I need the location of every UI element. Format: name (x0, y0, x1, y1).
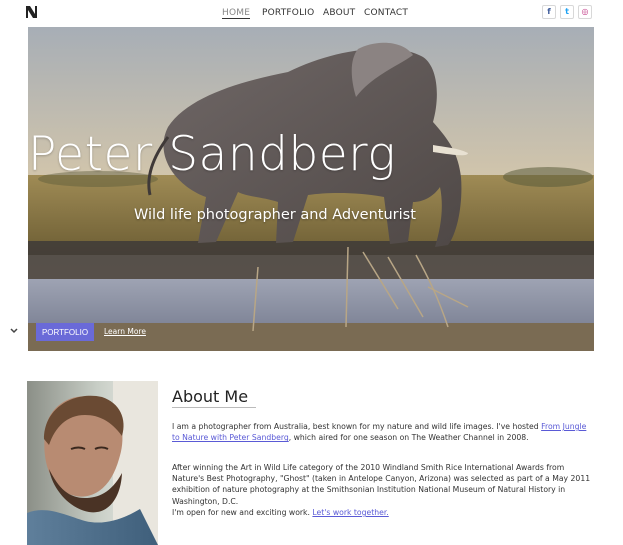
work-together-link[interactable]: Let's work together. (312, 508, 388, 517)
about-paragraph-1-text-a: I am a photographer from Australia, best… (172, 422, 542, 431)
about-divider (172, 407, 256, 408)
top-navigation-bar: HOME PORTFOLIO ABOUT CONTACT f t ◎ (0, 0, 623, 27)
portrait-photo (27, 381, 158, 545)
about-paragraph-2: After winning the Art in Wild Life categ… (172, 463, 591, 506)
portfolio-button[interactable]: PORTFOLIO (36, 323, 94, 341)
about-title: About Me (172, 387, 249, 406)
hero-subtitle: Wild life photographer and Adventurist (134, 207, 416, 223)
social-links: f t ◎ (542, 5, 592, 19)
n-logo-icon[interactable] (24, 5, 38, 19)
hero-banner: Peter Sandberg Wild life photographer an… (28, 27, 594, 351)
about-paragraph-1: I am a photographer from Australia, best… (172, 421, 596, 443)
about-paragraph-3-text: I'm open for new and exciting work. (172, 508, 313, 517)
chevron-down-icon[interactable] (9, 326, 19, 336)
main-nav: HOME PORTFOLIO ABOUT CONTACT (222, 8, 408, 19)
learn-more-link[interactable]: Learn More (104, 327, 146, 336)
facebook-icon[interactable]: f (542, 5, 556, 19)
hero-title: Peter Sandberg (28, 127, 396, 182)
twitter-icon[interactable]: t (560, 5, 574, 19)
nav-about[interactable]: ABOUT (323, 8, 364, 18)
nav-portfolio[interactable]: PORTFOLIO (262, 8, 323, 18)
instagram-icon[interactable]: ◎ (578, 5, 592, 19)
hero-elephant-image (28, 27, 594, 351)
about-paragraph-1-text-b: , which aired for one season on The Weat… (288, 433, 529, 443)
nav-home[interactable]: HOME (222, 8, 262, 19)
about-paragraph-3: I'm open for new and exciting work. Let'… (172, 507, 596, 518)
nav-contact[interactable]: CONTACT (364, 8, 408, 18)
